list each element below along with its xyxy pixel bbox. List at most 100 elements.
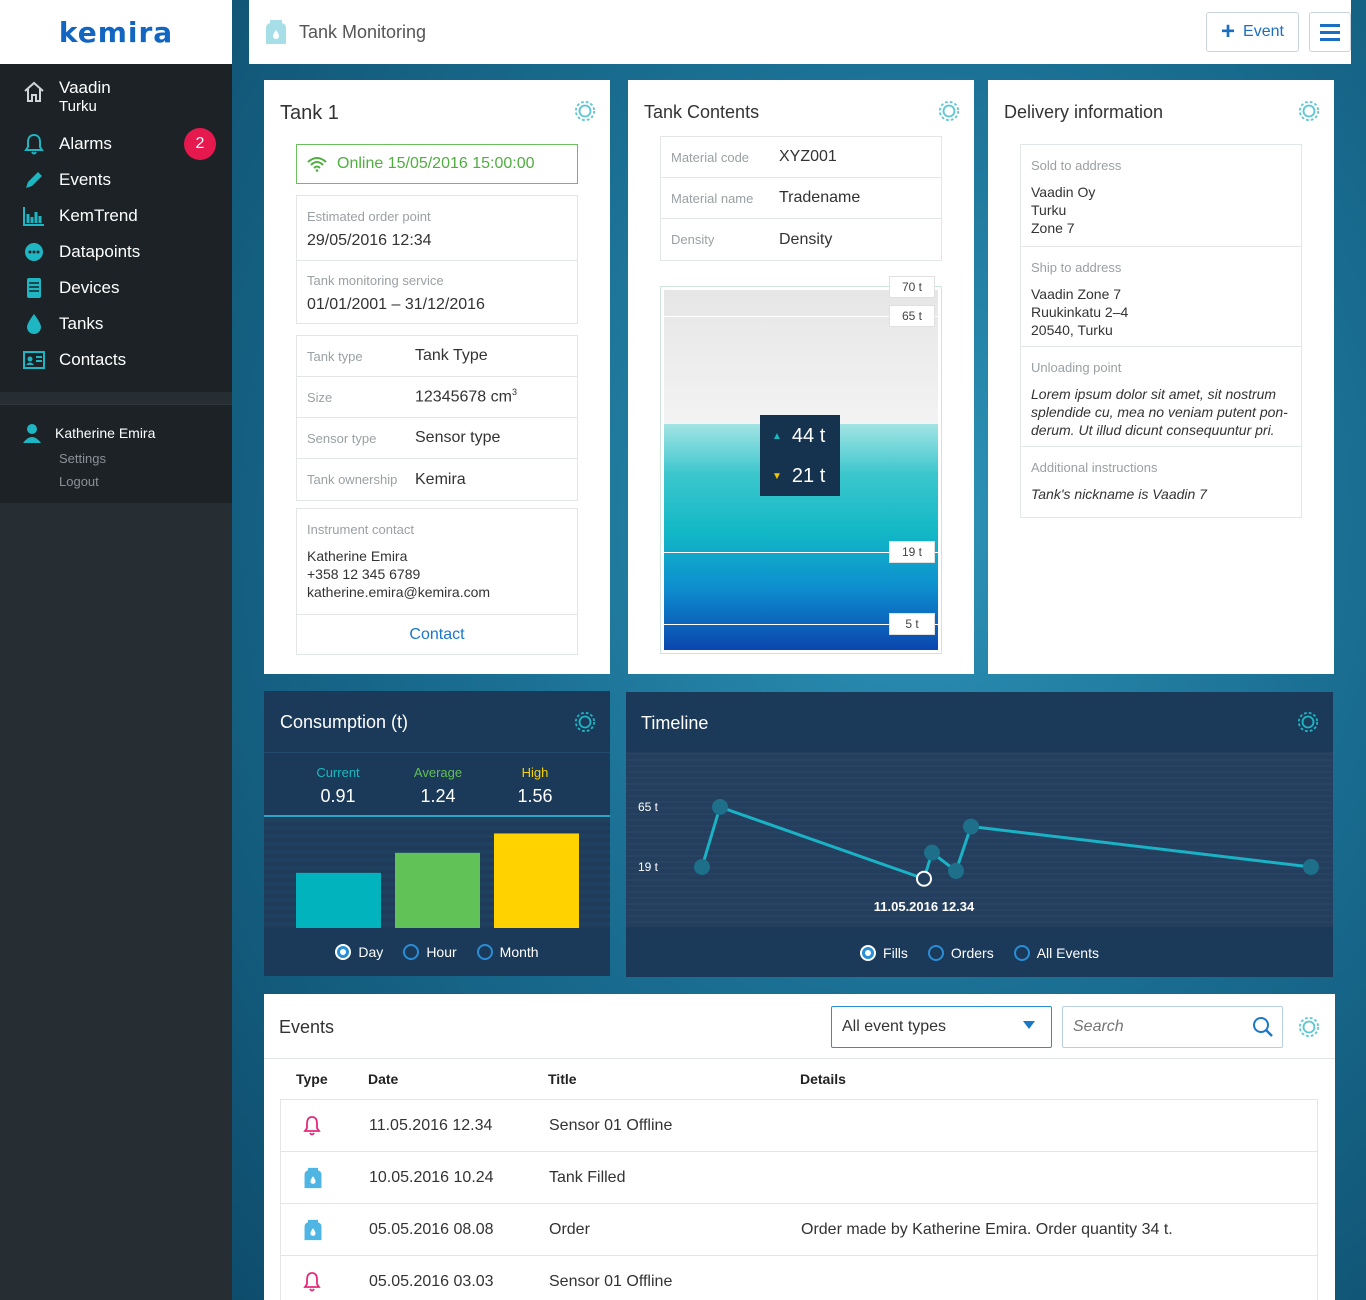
- stat-value-current: 0.91: [320, 786, 356, 806]
- prop-value: 12345678 cm3: [415, 387, 517, 406]
- consumption-card: Consumption (t) Current 0.91 Average 1.2…: [264, 691, 610, 976]
- online-status: Online 15/05/2016 15:00:00: [296, 144, 578, 184]
- contact-card-icon: [23, 351, 45, 369]
- radio-day[interactable]: Day: [335, 944, 383, 960]
- sidebar-item-label: Datapoints: [59, 242, 141, 261]
- user-name: Katherine Emira: [55, 425, 156, 441]
- kemira-logo[interactable]: kemira: [0, 0, 232, 64]
- sidebar-item-label: KemTrend: [59, 206, 138, 225]
- gauge-up-value: 44 t: [791, 425, 826, 447]
- material-value: XYZ001: [779, 148, 837, 165]
- timeline-point[interactable]: [963, 818, 979, 835]
- sold-line: Vaadin Oy: [1031, 184, 1096, 200]
- material-row: Material code XYZ001: [661, 137, 941, 178]
- bell-icon: [303, 1272, 321, 1292]
- sidebar-item-contacts[interactable]: Contacts: [0, 342, 232, 378]
- prop-row: Tank type Tank Type: [297, 336, 577, 377]
- online-status-text: Online 15/05/2016 15:00:00: [337, 155, 535, 172]
- stat-label-current: Current: [316, 765, 360, 780]
- tank-dates-box: Estimated order point 29/05/2016 12:34 T…: [296, 195, 578, 324]
- material-value: Density: [779, 230, 833, 248]
- contact-button[interactable]: Contact: [297, 614, 577, 654]
- gear-icon[interactable]: [1297, 711, 1319, 733]
- gear-icon[interactable]: [574, 711, 596, 733]
- prop-row: Sensor type Sensor type: [297, 418, 577, 459]
- contact-name: Katherine Emira: [307, 548, 408, 564]
- radio-fills[interactable]: Fills: [860, 945, 908, 961]
- search-input[interactable]: [1063, 1007, 1243, 1047]
- table-header: Type Date Title Details: [280, 1058, 1318, 1100]
- bar-current: [296, 872, 381, 928]
- gear-icon[interactable]: [1298, 1016, 1320, 1038]
- gauge-label-low: 5 t: [889, 613, 935, 636]
- contact-email[interactable]: katherine.emira@kemira.com: [307, 583, 490, 601]
- table-row[interactable]: 11.05.2016 12.34 Sensor 01 Offline: [280, 1100, 1318, 1152]
- gear-icon[interactable]: [1298, 100, 1320, 122]
- radio-all-events[interactable]: All Events: [1013, 945, 1099, 961]
- tank-contents-card: Tank Contents Material code XYZ001 Materi…: [628, 80, 974, 674]
- timeline-chart[interactable]: 65 t 19 t 11.05.2016 12.34: [626, 752, 1333, 927]
- sidebar-item-devices[interactable]: Devices: [0, 270, 232, 306]
- timeline-point[interactable]: [924, 844, 940, 861]
- stat-label-average: Average: [413, 765, 463, 780]
- gear-icon[interactable]: [938, 100, 960, 122]
- tank-props-table: Tank type Tank Type Size 12345678 cm3 Sens…: [296, 335, 578, 501]
- search-field[interactable]: [1062, 1006, 1283, 1048]
- sidebar-item-label: Devices: [59, 278, 120, 297]
- sold-label: Sold to address: [1031, 158, 1122, 173]
- timeline-point-selected[interactable]: [916, 870, 932, 887]
- event-type-select[interactable]: All event types: [831, 1006, 1052, 1048]
- contents-title: Tank Contents: [644, 102, 760, 122]
- contact-phone[interactable]: +358 12 345 6789: [307, 565, 490, 583]
- sidebar-item-home[interactable]: Vaadin Turku: [0, 78, 232, 126]
- radio-orders[interactable]: Orders: [927, 945, 994, 961]
- row-details: Order made by Katherine Emira. Order qua…: [801, 1221, 1173, 1238]
- radio-month[interactable]: Month: [476, 944, 539, 960]
- material-label: Material name: [671, 190, 754, 206]
- sidebar-item-alarms[interactable]: Alarms 2: [0, 126, 232, 162]
- table-row[interactable]: 05.05.2016 03.03 Sensor 01 Offline: [280, 1256, 1318, 1300]
- logout-link[interactable]: Logout: [59, 474, 210, 489]
- search-icon[interactable]: [1252, 1016, 1274, 1038]
- timeline-point[interactable]: [694, 859, 710, 875]
- timeline-title: Timeline: [641, 713, 709, 733]
- home-city: Turku: [59, 98, 97, 115]
- sidebar-item-datapoints[interactable]: Datapoints: [0, 234, 232, 270]
- radio-dot-selected: [860, 945, 877, 961]
- add-event-label: Event: [1243, 23, 1284, 40]
- gear-icon[interactable]: [574, 100, 596, 122]
- menu-button[interactable]: [1309, 12, 1351, 52]
- radio-label: Orders: [950, 945, 994, 961]
- table-row[interactable]: 05.05.2016 08.08 Order Order made by Kat…: [280, 1204, 1318, 1256]
- material-label: Density: [671, 232, 715, 247]
- timeline-point[interactable]: [1303, 859, 1319, 875]
- radio-hour[interactable]: Hour: [403, 944, 457, 960]
- material-row: Material name Tradename: [661, 178, 941, 219]
- table-row[interactable]: 10.05.2016 10.24 Tank Filled: [280, 1152, 1318, 1204]
- sidebar-item-tanks[interactable]: Tanks: [0, 306, 232, 342]
- contact-label: Instrument contact: [307, 522, 414, 537]
- timeline-point[interactable]: [712, 799, 728, 815]
- chevron-down-icon: [1023, 1021, 1035, 1029]
- device-icon: [27, 278, 41, 298]
- tank-icon: [304, 1219, 322, 1241]
- sidebar-item-label: Events: [59, 170, 111, 189]
- events-table: Type Date Title Details 11.05.2016 12.34…: [280, 1058, 1318, 1300]
- timeline-point[interactable]: [948, 862, 964, 879]
- delivery-title: Delivery information: [1004, 102, 1164, 122]
- wifi-icon: [307, 157, 327, 172]
- y-label-65: 65 t: [638, 800, 659, 814]
- ship-line: Vaadin Zone 7: [1031, 286, 1122, 302]
- sidebar-item-events[interactable]: Events: [0, 162, 232, 198]
- settings-link[interactable]: Settings: [59, 451, 210, 466]
- add-event-button[interactable]: + Event: [1206, 12, 1299, 52]
- additional-label: Additional instructions: [1031, 460, 1158, 475]
- order-point-value: 29/05/2016 12:34: [307, 232, 432, 249]
- gauge-label-mid: 19 t: [889, 541, 935, 564]
- sidebar-item-label: Tanks: [59, 314, 104, 333]
- row-title: Sensor 01 Offline: [549, 1273, 673, 1290]
- bar-high: [494, 833, 579, 928]
- bell-icon: [24, 133, 44, 155]
- material-value: Tradename: [779, 189, 861, 206]
- sidebar-item-kemtrend[interactable]: KemTrend: [0, 198, 232, 234]
